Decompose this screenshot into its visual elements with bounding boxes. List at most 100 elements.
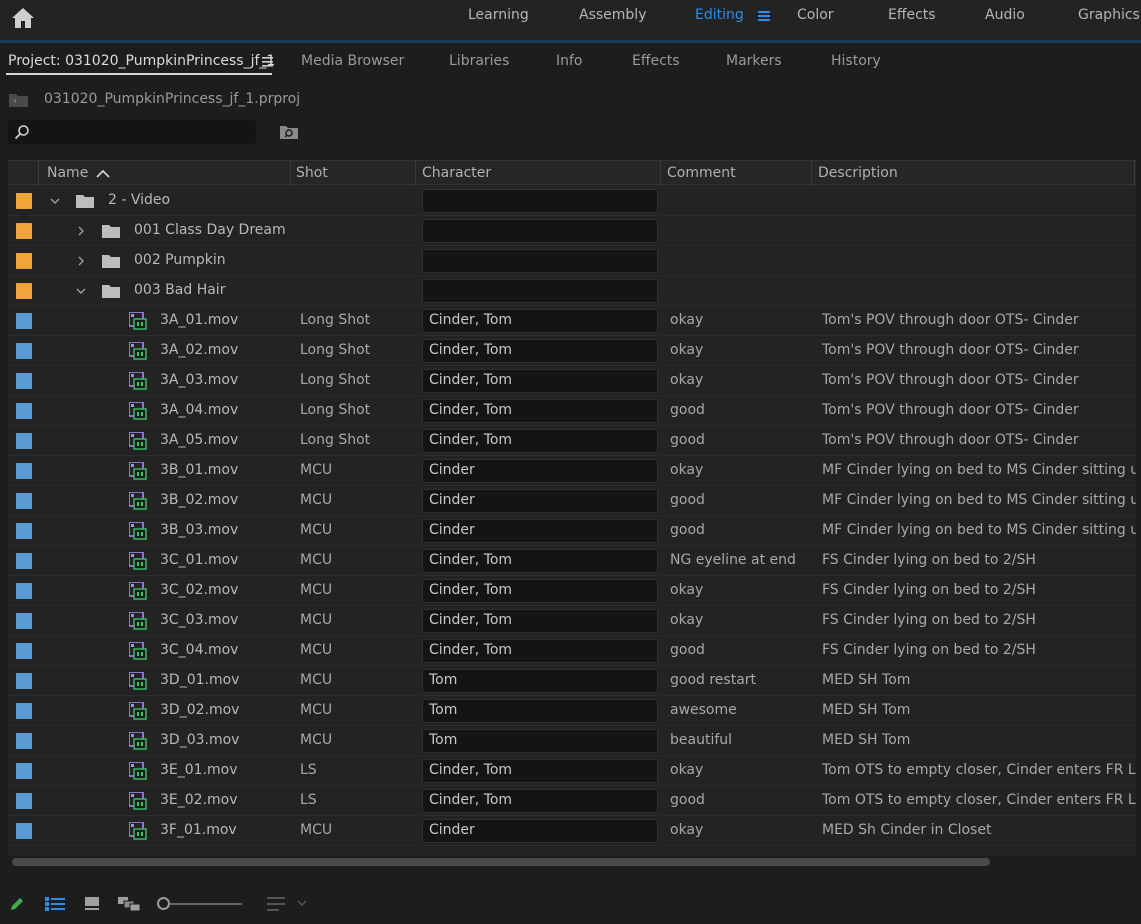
label-color-swatch[interactable] <box>16 523 32 539</box>
clip-row[interactable]: 3C_01.mov MCU Cinder, Tom NG eyeline at end… <box>8 546 1136 576</box>
clip-row[interactable]: 3A_05.mov Long Shot Cinder, Tom good Tom's P… <box>8 426 1136 456</box>
label-color-swatch[interactable] <box>16 673 32 689</box>
clip-row[interactable]: 3E_01.mov LS Cinder, Tom okay Tom OTS to emp… <box>8 756 1136 786</box>
character-field[interactable]: Cinder <box>422 459 658 483</box>
column-header-shot[interactable]: Shot <box>296 165 328 181</box>
tab-history[interactable]: History <box>831 53 881 69</box>
clip-row[interactable]: 3B_03.mov MCU Cinder good MF Cinder lying on… <box>8 516 1136 546</box>
character-field[interactable]: Cinder, Tom <box>422 309 658 333</box>
character-field[interactable]: Cinder, Tom <box>422 759 658 783</box>
clip-row[interactable]: 3A_03.mov Long Shot Cinder, Tom okay Tom's P… <box>8 366 1136 396</box>
folder-row[interactable]: 2 - Video <box>8 186 1136 216</box>
label-color-swatch[interactable] <box>16 463 32 479</box>
character-field[interactable]: Cinder, Tom <box>422 429 658 453</box>
label-color-swatch[interactable] <box>16 823 32 839</box>
label-color-swatch[interactable] <box>16 193 32 209</box>
clip-row[interactable]: 3A_04.mov Long Shot Cinder, Tom good Tom's P… <box>8 396 1136 426</box>
find-bin-icon[interactable] <box>279 124 299 140</box>
tab-project[interactable]: Project: 031020_PumpkinPrincess_jf_1 <box>8 53 275 69</box>
label-color-swatch[interactable] <box>16 223 32 239</box>
label-color-swatch[interactable] <box>16 253 32 269</box>
clip-row[interactable]: 3C_03.mov MCU Cinder, Tom okay FS Cinder lyi… <box>8 606 1136 636</box>
workspace-tab-graphics[interactable]: Graphics <box>1078 7 1140 23</box>
character-field[interactable]: Cinder, Tom <box>422 339 658 363</box>
folder-row[interactable]: 001 Class Day Dream <box>8 216 1136 246</box>
folder-row[interactable]: 003 Bad Hair <box>8 276 1136 306</box>
character-field[interactable]: Cinder <box>422 819 658 843</box>
zoom-slider-track[interactable] <box>170 903 242 905</box>
character-field[interactable]: Cinder, Tom <box>422 579 658 603</box>
character-field[interactable] <box>422 279 658 303</box>
chevron-right-icon[interactable] <box>76 256 86 266</box>
workspace-menu-icon[interactable] <box>758 10 770 22</box>
clip-row[interactable]: 3C_04.mov MCU Cinder, Tom good FS Cinder lyi… <box>8 636 1136 666</box>
label-color-swatch[interactable] <box>16 733 32 749</box>
label-color-swatch[interactable] <box>16 343 32 359</box>
tab-markers[interactable]: Markers <box>726 53 782 69</box>
character-field[interactable]: Cinder, Tom <box>422 549 658 573</box>
chevron-right-icon[interactable] <box>76 226 86 236</box>
label-color-swatch[interactable] <box>16 703 32 719</box>
character-field[interactable]: Cinder, Tom <box>422 369 658 393</box>
column-header-comment[interactable]: Comment <box>667 165 736 181</box>
label-color-swatch[interactable] <box>16 433 32 449</box>
horizontal-scrollbar[interactable] <box>8 856 1136 868</box>
label-color-swatch[interactable] <box>16 493 32 509</box>
workspace-tab-assembly[interactable]: Assembly <box>579 7 646 23</box>
character-field[interactable] <box>422 249 658 273</box>
sort-ascending-icon[interactable] <box>96 169 110 178</box>
character-field[interactable]: Cinder, Tom <box>422 789 658 813</box>
character-field[interactable] <box>422 189 658 213</box>
icon-view-icon[interactable] <box>85 897 99 911</box>
character-field[interactable] <box>422 219 658 243</box>
zoom-slider-handle[interactable] <box>157 897 170 910</box>
scrollbar-thumb[interactable] <box>12 858 990 866</box>
workspace-tab-learning[interactable]: Learning <box>468 7 529 23</box>
character-field[interactable]: Cinder, Tom <box>422 639 658 663</box>
sort-icons-icon[interactable] <box>267 897 285 911</box>
tab-info[interactable]: Info <box>556 53 583 69</box>
panel-menu-icon[interactable] <box>262 57 273 67</box>
clip-row[interactable]: 3A_01.mov Long Shot Cinder, Tom okay Tom's P… <box>8 306 1136 336</box>
clip-row[interactable]: 3E_02.mov LS Cinder, Tom good Tom OTS to emp… <box>8 786 1136 816</box>
column-header-character[interactable]: Character <box>422 165 491 181</box>
clip-row[interactable]: 3C_02.mov MCU Cinder, Tom okay FS Cinder lyi… <box>8 576 1136 606</box>
workspace-tab-editing[interactable]: Editing <box>695 7 744 23</box>
label-color-swatch[interactable] <box>16 283 32 299</box>
search-input[interactable] <box>8 120 256 144</box>
character-field[interactable]: Cinder <box>422 489 658 513</box>
clip-row[interactable]: 3A_02.mov Long Shot Cinder, Tom okay Tom's P… <box>8 336 1136 366</box>
list-view-icon[interactable] <box>45 897 65 911</box>
workspace-tab-effects[interactable]: Effects <box>888 7 936 23</box>
column-header-description[interactable]: Description <box>818 165 898 181</box>
label-color-swatch[interactable] <box>16 763 32 779</box>
character-field[interactable]: Cinder, Tom <box>422 399 658 423</box>
tab-effects[interactable]: Effects <box>632 53 680 69</box>
clip-row[interactable]: 3B_01.mov MCU Cinder okay MF Cinder lying on… <box>8 456 1136 486</box>
character-field[interactable]: Cinder, Tom <box>422 609 658 633</box>
workspace-tab-audio[interactable]: Audio <box>985 7 1025 23</box>
label-color-swatch[interactable] <box>16 613 32 629</box>
label-color-swatch[interactable] <box>16 313 32 329</box>
label-color-swatch[interactable] <box>16 553 32 569</box>
character-field[interactable]: Cinder <box>422 519 658 543</box>
workspace-tab-color[interactable]: Color <box>797 7 834 23</box>
clip-row[interactable]: 3B_02.mov MCU Cinder good MF Cinder lying on… <box>8 486 1136 516</box>
character-field[interactable]: Tom <box>422 699 658 723</box>
label-color-swatch[interactable] <box>16 403 32 419</box>
chevron-down-icon[interactable] <box>297 900 307 906</box>
character-field[interactable]: Tom <box>422 729 658 753</box>
pencil-icon[interactable] <box>9 896 25 912</box>
label-color-swatch[interactable] <box>16 793 32 809</box>
label-color-swatch[interactable] <box>16 583 32 599</box>
character-field[interactable]: Tom <box>422 669 658 693</box>
clip-row[interactable]: 3D_02.mov MCU Tom awesome MED SH Tom <box>8 696 1136 726</box>
chevron-down-icon[interactable] <box>50 196 60 206</box>
label-color-swatch[interactable] <box>16 643 32 659</box>
column-header-name[interactable]: Name <box>47 165 88 181</box>
chevron-down-icon[interactable] <box>76 286 86 296</box>
clip-row[interactable]: 3D_03.mov MCU Tom beautiful MED SH Tom <box>8 726 1136 756</box>
freeform-view-icon[interactable] <box>118 897 142 911</box>
home-icon[interactable] <box>10 6 36 30</box>
tab-media-browser[interactable]: Media Browser <box>301 53 404 69</box>
